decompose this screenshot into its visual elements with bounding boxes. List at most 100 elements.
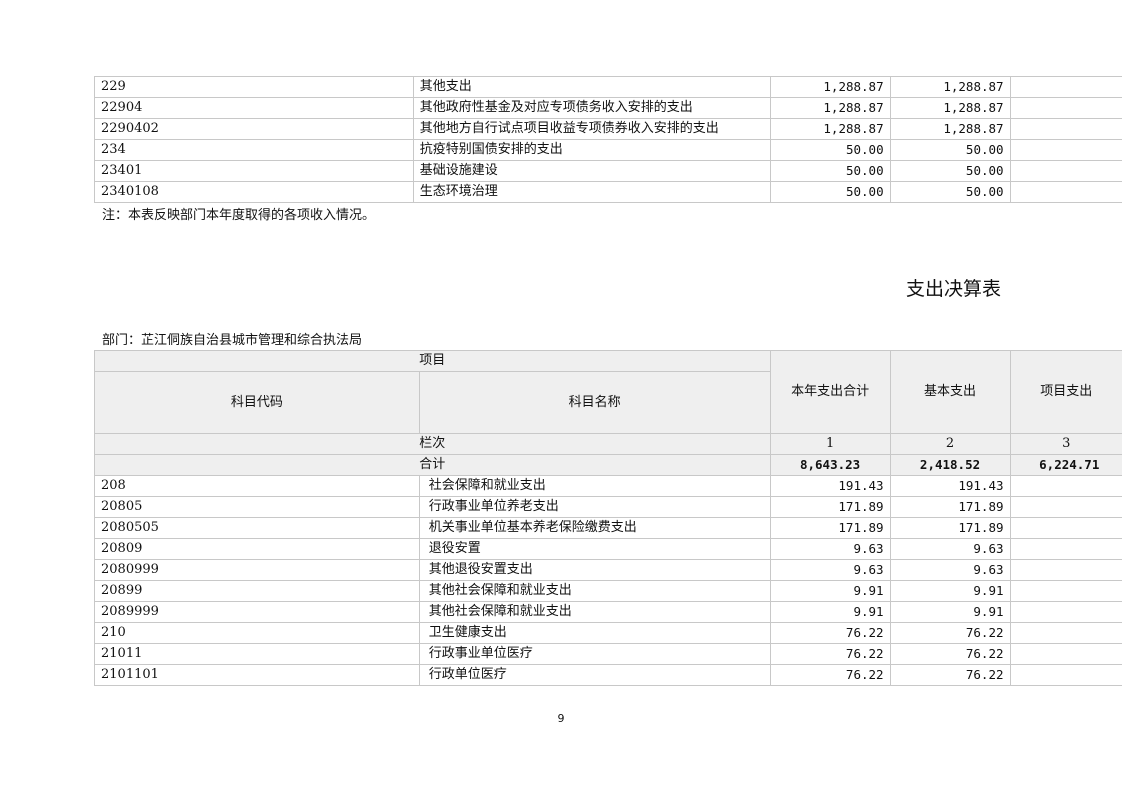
header-name: 科目名称 xyxy=(418,371,771,434)
empty-cell xyxy=(1009,475,1122,497)
table-row: 234 抗疫特别国债安排的支出 50.00 50.00 xyxy=(94,139,1122,161)
empty-cell xyxy=(1009,76,1122,98)
empty-cell xyxy=(1009,538,1122,560)
subject-name: 其他政府性基金及对应专项债务收入安排的支出 xyxy=(412,97,771,119)
total-sum: 8,643.23 xyxy=(769,454,891,476)
column-index-1: 1 xyxy=(769,433,891,455)
empty-cell xyxy=(1009,622,1122,644)
page-title: 支出决算表 xyxy=(905,278,1001,300)
table-row: 229 其他支出 1,288.87 1,288.87 xyxy=(94,76,1122,98)
subject-code: 22904 xyxy=(94,97,414,119)
subject-name: 机关事业单位基本养老保险缴费支出 xyxy=(418,517,771,539)
subject-code: 234 xyxy=(94,139,414,161)
total-value: 76.22 xyxy=(769,664,891,686)
column-index-label: 栏次 xyxy=(94,433,771,455)
income-table-continuation: 229 其他支出 1,288.87 1,288.87 22904 其他政府性基金… xyxy=(94,76,1122,203)
table-row: 2089999 其他社会保障和就业支出 9.91 9.91 xyxy=(94,601,1122,623)
basic-value: 171.89 xyxy=(889,517,1011,539)
total-label: 合计 xyxy=(94,454,771,476)
subject-name: 其他社会保障和就业支出 xyxy=(418,580,771,602)
subject-code: 2290402 xyxy=(94,118,414,140)
subject-name: 生态环境治理 xyxy=(412,181,771,203)
empty-cell xyxy=(1009,118,1122,140)
page-number: 9 xyxy=(557,712,565,725)
table-row: 23401 基础设施建设 50.00 50.00 xyxy=(94,160,1122,182)
basic-value: 9.91 xyxy=(889,580,1011,602)
subject-code: 210 xyxy=(94,622,420,644)
total-basic: 2,418.52 xyxy=(889,454,1011,476)
basic-value: 9.63 xyxy=(889,538,1011,560)
subject-code: 20809 xyxy=(94,538,420,560)
subject-name: 其他退役安置支出 xyxy=(418,559,771,581)
basic-value: 1,288.87 xyxy=(889,118,1011,140)
header-total: 本年支出合计 xyxy=(769,350,891,434)
subject-code: 229 xyxy=(94,76,414,98)
subject-code: 23401 xyxy=(94,160,414,182)
basic-value: 76.22 xyxy=(889,622,1011,644)
subject-code: 2080999 xyxy=(94,559,420,581)
total-value: 50.00 xyxy=(769,181,891,203)
empty-cell xyxy=(1009,496,1122,518)
total-value: 1,288.87 xyxy=(769,118,891,140)
table-row: 20809 退役安置 9.63 9.63 xyxy=(94,538,1122,560)
empty-cell xyxy=(1009,643,1122,665)
total-value: 9.63 xyxy=(769,559,891,581)
empty-cell xyxy=(1009,97,1122,119)
column-index-3: 3 xyxy=(1009,433,1122,455)
subject-code: 2080505 xyxy=(94,517,420,539)
subject-code: 20805 xyxy=(94,496,420,518)
subject-name: 其他社会保障和就业支出 xyxy=(418,601,771,623)
subject-name: 行政事业单位医疗 xyxy=(418,643,771,665)
subject-code: 20899 xyxy=(94,580,420,602)
header-basic: 基本支出 xyxy=(889,350,1011,434)
column-index-2: 2 xyxy=(889,433,1011,455)
basic-value: 171.89 xyxy=(889,496,1011,518)
total-value: 9.91 xyxy=(769,601,891,623)
empty-cell xyxy=(1009,664,1122,686)
empty-cell xyxy=(1009,181,1122,203)
basic-value: 1,288.87 xyxy=(889,97,1011,119)
total-value: 50.00 xyxy=(769,139,891,161)
empty-cell xyxy=(1009,139,1122,161)
basic-value: 76.22 xyxy=(889,664,1011,686)
total-value: 9.63 xyxy=(769,538,891,560)
table-row: 2080505 机关事业单位基本养老保险缴费支出 171.89 171.89 xyxy=(94,517,1122,539)
total-project: 6,224.71 xyxy=(1009,454,1122,476)
table-row: 20899 其他社会保障和就业支出 9.91 9.91 xyxy=(94,580,1122,602)
basic-value: 50.00 xyxy=(889,160,1011,182)
subject-code: 2101101 xyxy=(94,664,420,686)
subject-name: 社会保障和就业支出 xyxy=(418,475,771,497)
subject-name: 基础设施建设 xyxy=(412,160,771,182)
table-row: 21011 行政事业单位医疗 76.22 76.22 xyxy=(94,643,1122,665)
subject-code: 21011 xyxy=(94,643,420,665)
table-row: 2101101 行政单位医疗 76.22 76.22 xyxy=(94,664,1122,686)
header-project: 项目支出 xyxy=(1009,350,1122,434)
subject-name: 行政单位医疗 xyxy=(418,664,771,686)
subject-name: 行政事业单位养老支出 xyxy=(418,496,771,518)
table-row: 20805 行政事业单位养老支出 171.89 171.89 xyxy=(94,496,1122,518)
basic-value: 1,288.87 xyxy=(889,76,1011,98)
table-note: 注：本表反映部门本年度取得的各项收入情况。 xyxy=(102,208,376,223)
total-value: 50.00 xyxy=(769,160,891,182)
total-value: 9.91 xyxy=(769,580,891,602)
header-code: 科目代码 xyxy=(94,371,420,434)
table-row: 2290402 其他地方自行试点项目收益专项债券收入安排的支出 1,288.87… xyxy=(94,118,1122,140)
subject-name: 抗疫特别国债安排的支出 xyxy=(412,139,771,161)
total-value: 191.43 xyxy=(769,475,891,497)
subject-name: 其他支出 xyxy=(412,76,771,98)
subject-code: 2089999 xyxy=(94,601,420,623)
subject-code: 2340108 xyxy=(94,181,414,203)
basic-value: 9.91 xyxy=(889,601,1011,623)
table-row: 208 社会保障和就业支出 191.43 191.43 xyxy=(94,475,1122,497)
basic-value: 76.22 xyxy=(889,643,1011,665)
basic-value: 9.63 xyxy=(889,559,1011,581)
empty-cell xyxy=(1009,559,1122,581)
empty-cell xyxy=(1009,160,1122,182)
table-row: 22904 其他政府性基金及对应专项债务收入安排的支出 1,288.87 1,2… xyxy=(94,97,1122,119)
expense-table: 项目 本年支出合计 基本支出 项目支出 科目代码 科目名称 栏次 1 2 3 合… xyxy=(94,350,1122,686)
subject-name: 卫生健康支出 xyxy=(418,622,771,644)
subject-name: 退役安置 xyxy=(418,538,771,560)
header-row: 项目 本年支出合计 基本支出 项目支出 xyxy=(94,350,1122,434)
table-row: 210 卫生健康支出 76.22 76.22 xyxy=(94,622,1122,644)
column-index-row: 栏次 1 2 3 xyxy=(94,433,1122,455)
